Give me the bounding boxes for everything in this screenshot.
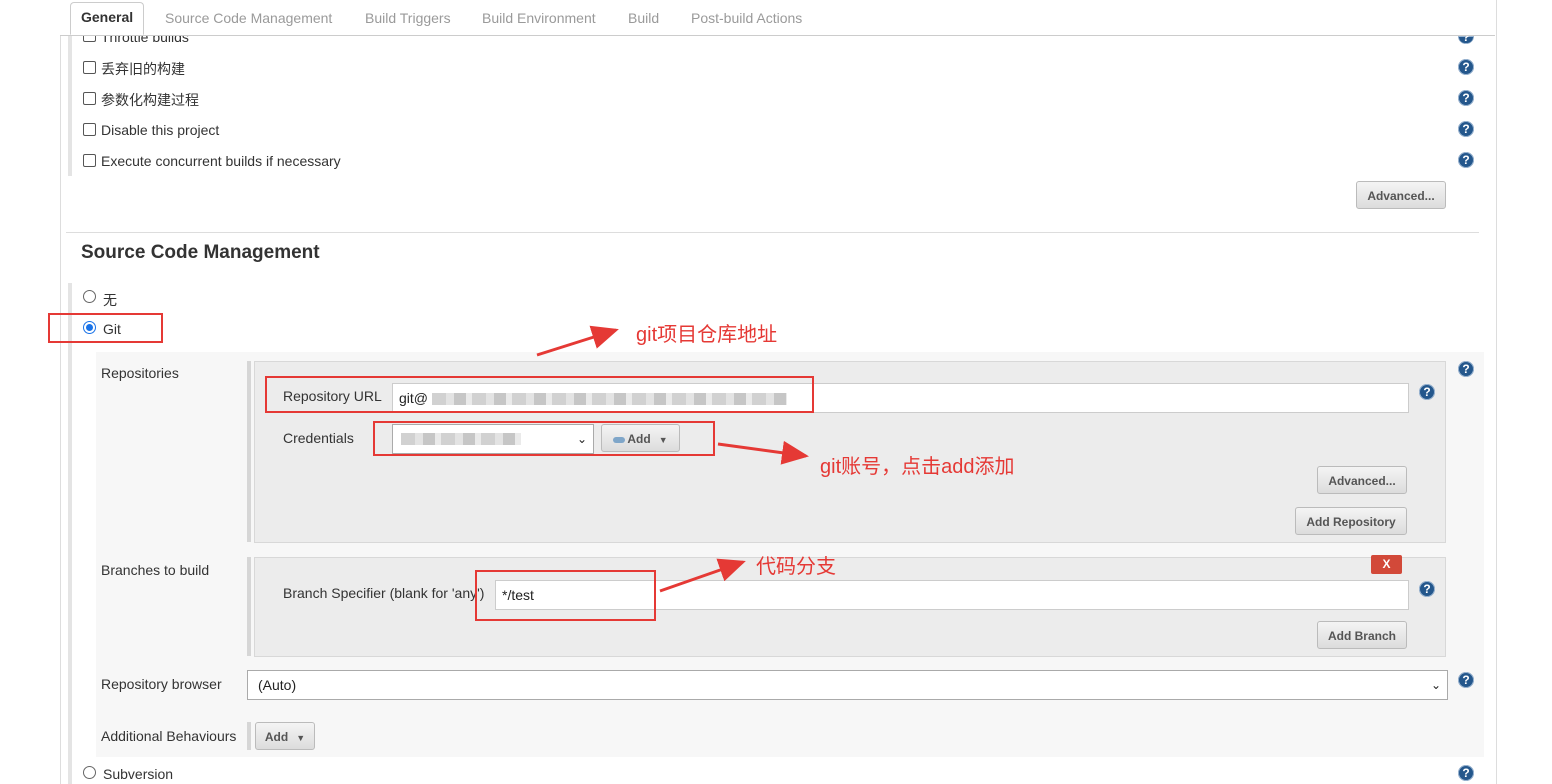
annotation-branch-note: 代码分支	[756, 556, 836, 578]
annotation-repo-note: git项目仓库地址	[636, 324, 778, 346]
annotation-arrows	[536, 325, 809, 593]
annotation-arrow-repo	[536, 325, 619, 357]
annotation-arrow-credentials	[717, 440, 809, 465]
annotation-credentials-note: git账号，点击add添加	[820, 456, 1015, 478]
annotation-arrow-branch	[659, 558, 746, 593]
